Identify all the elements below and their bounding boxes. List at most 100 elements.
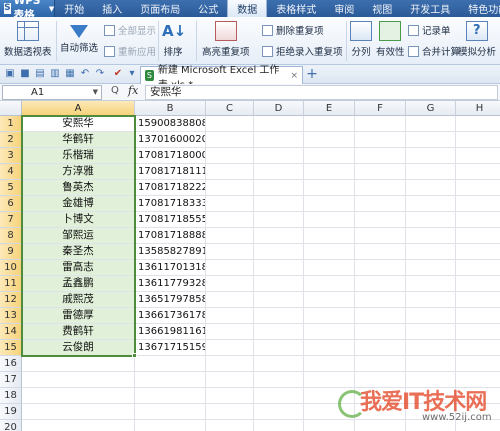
tab-insert[interactable]: 插入	[93, 0, 131, 17]
cell-h13[interactable]	[456, 308, 500, 324]
cell-c4[interactable]	[206, 164, 254, 180]
cell-b17[interactable]	[135, 372, 206, 388]
cell-c2[interactable]	[206, 132, 254, 148]
cell-f7[interactable]	[355, 212, 406, 228]
cell-b10[interactable]: 13611701318	[135, 260, 206, 276]
cell-a3[interactable]: 乐楷瑞	[22, 148, 135, 164]
validity-button[interactable]: 有效性	[376, 17, 405, 58]
row-header[interactable]: 3	[0, 148, 22, 164]
cell-a11[interactable]: 孟鑫鹏	[22, 276, 135, 292]
cell-e4[interactable]	[304, 164, 355, 180]
cell-d16[interactable]	[254, 356, 304, 372]
cell-a16[interactable]	[22, 356, 135, 372]
cell-a8[interactable]: 邹熙运	[22, 228, 135, 244]
cell-e10[interactable]	[304, 260, 355, 276]
highlight-duplicates-button[interactable]: 高亮重复项	[202, 17, 250, 58]
tab-view[interactable]: 视图	[363, 0, 401, 17]
column-header-f[interactable]: F	[355, 101, 406, 116]
row-header[interactable]: 10	[0, 260, 22, 276]
cell-e9[interactable]	[304, 244, 355, 260]
cell-h11[interactable]	[456, 276, 500, 292]
redo-icon[interactable]: ↷	[94, 68, 106, 80]
cell-a14[interactable]: 费鹤轩	[22, 324, 135, 340]
cell-b3[interactable]: 17081718000	[135, 148, 206, 164]
chevron-down-icon[interactable]: ▼	[93, 86, 98, 99]
zoom-icon[interactable]: Q	[111, 85, 119, 96]
cell-b4[interactable]: 17081718111	[135, 164, 206, 180]
row-header[interactable]: 12	[0, 292, 22, 308]
cell-e12[interactable]	[304, 292, 355, 308]
cell-c18[interactable]	[206, 388, 254, 404]
cell-h12[interactable]	[456, 292, 500, 308]
column-header-d[interactable]: D	[254, 101, 304, 116]
app-menu-button[interactable]: S WPS 表格 ▼	[0, 0, 56, 21]
row-header[interactable]: 1	[0, 116, 22, 132]
cell-e1[interactable]	[304, 116, 355, 132]
cell-f1[interactable]	[355, 116, 406, 132]
cell-c12[interactable]	[206, 292, 254, 308]
cell-a12[interactable]: 戚熙茂	[22, 292, 135, 308]
cell-a5[interactable]: 鲁英杰	[22, 180, 135, 196]
row-header[interactable]: 2	[0, 132, 22, 148]
cell-d20[interactable]	[254, 420, 304, 431]
cell-e3[interactable]	[304, 148, 355, 164]
cell-b5[interactable]: 17081718222	[135, 180, 206, 196]
cell-g13[interactable]	[406, 308, 456, 324]
cell-d9[interactable]	[254, 244, 304, 260]
cell-f15[interactable]	[355, 340, 406, 356]
cell-f10[interactable]	[355, 260, 406, 276]
cell-f11[interactable]	[355, 276, 406, 292]
cell-a7[interactable]: 卜博文	[22, 212, 135, 228]
row-header[interactable]: 5	[0, 180, 22, 196]
cell-h8[interactable]	[456, 228, 500, 244]
cell-b6[interactable]: 17081718333	[135, 196, 206, 212]
cell-d8[interactable]	[254, 228, 304, 244]
cell-b1[interactable]: 15900838808	[135, 116, 206, 132]
cell-c14[interactable]	[206, 324, 254, 340]
cell-b8[interactable]: 17081718888	[135, 228, 206, 244]
cell-e5[interactable]	[304, 180, 355, 196]
cell-c3[interactable]	[206, 148, 254, 164]
show-all-button[interactable]: 全部显示	[104, 23, 156, 37]
chevron-down-icon[interactable]: ▾	[126, 68, 138, 80]
tab-page-layout[interactable]: 页面布局	[131, 0, 189, 17]
row-header[interactable]: 20	[0, 420, 22, 431]
cell-e11[interactable]	[304, 276, 355, 292]
cell-c7[interactable]	[206, 212, 254, 228]
folder-icon[interactable]: ▣	[4, 68, 16, 80]
column-header-a[interactable]: A	[22, 101, 135, 116]
cell-d14[interactable]	[254, 324, 304, 340]
pivot-table-button[interactable]: 数据透视表	[4, 17, 52, 58]
save-icon[interactable]: ■	[19, 68, 31, 80]
cell-g2[interactable]	[406, 132, 456, 148]
cell-f6[interactable]	[355, 196, 406, 212]
cell-d7[interactable]	[254, 212, 304, 228]
cell-c5[interactable]	[206, 180, 254, 196]
cell-c9[interactable]	[206, 244, 254, 260]
cell-a20[interactable]	[22, 420, 135, 431]
cell-d5[interactable]	[254, 180, 304, 196]
cell-c8[interactable]	[206, 228, 254, 244]
cell-a19[interactable]	[22, 404, 135, 420]
cell-a2[interactable]: 华鹤轩	[22, 132, 135, 148]
cell-g4[interactable]	[406, 164, 456, 180]
cell-b11[interactable]: 13611779328	[135, 276, 206, 292]
cell-e6[interactable]	[304, 196, 355, 212]
cell-b19[interactable]	[135, 404, 206, 420]
cell-a6[interactable]: 金雄博	[22, 196, 135, 212]
cell-g8[interactable]	[406, 228, 456, 244]
cell-g3[interactable]	[406, 148, 456, 164]
column-header-h[interactable]: H	[456, 101, 500, 116]
cell-h9[interactable]	[456, 244, 500, 260]
column-header-g[interactable]: G	[406, 101, 456, 116]
cell-h2[interactable]	[456, 132, 500, 148]
cell-d4[interactable]	[254, 164, 304, 180]
row-header[interactable]: 14	[0, 324, 22, 340]
tab-developer[interactable]: 开发工具	[401, 0, 459, 17]
formula-input[interactable]: 安熙华	[145, 85, 498, 100]
auto-filter-button[interactable]: 自动筛选	[60, 17, 98, 54]
row-header[interactable]: 18	[0, 388, 22, 404]
remove-duplicates-button[interactable]: 删除重复项	[262, 23, 324, 37]
cell-h10[interactable]	[456, 260, 500, 276]
cell-g16[interactable]	[406, 356, 456, 372]
